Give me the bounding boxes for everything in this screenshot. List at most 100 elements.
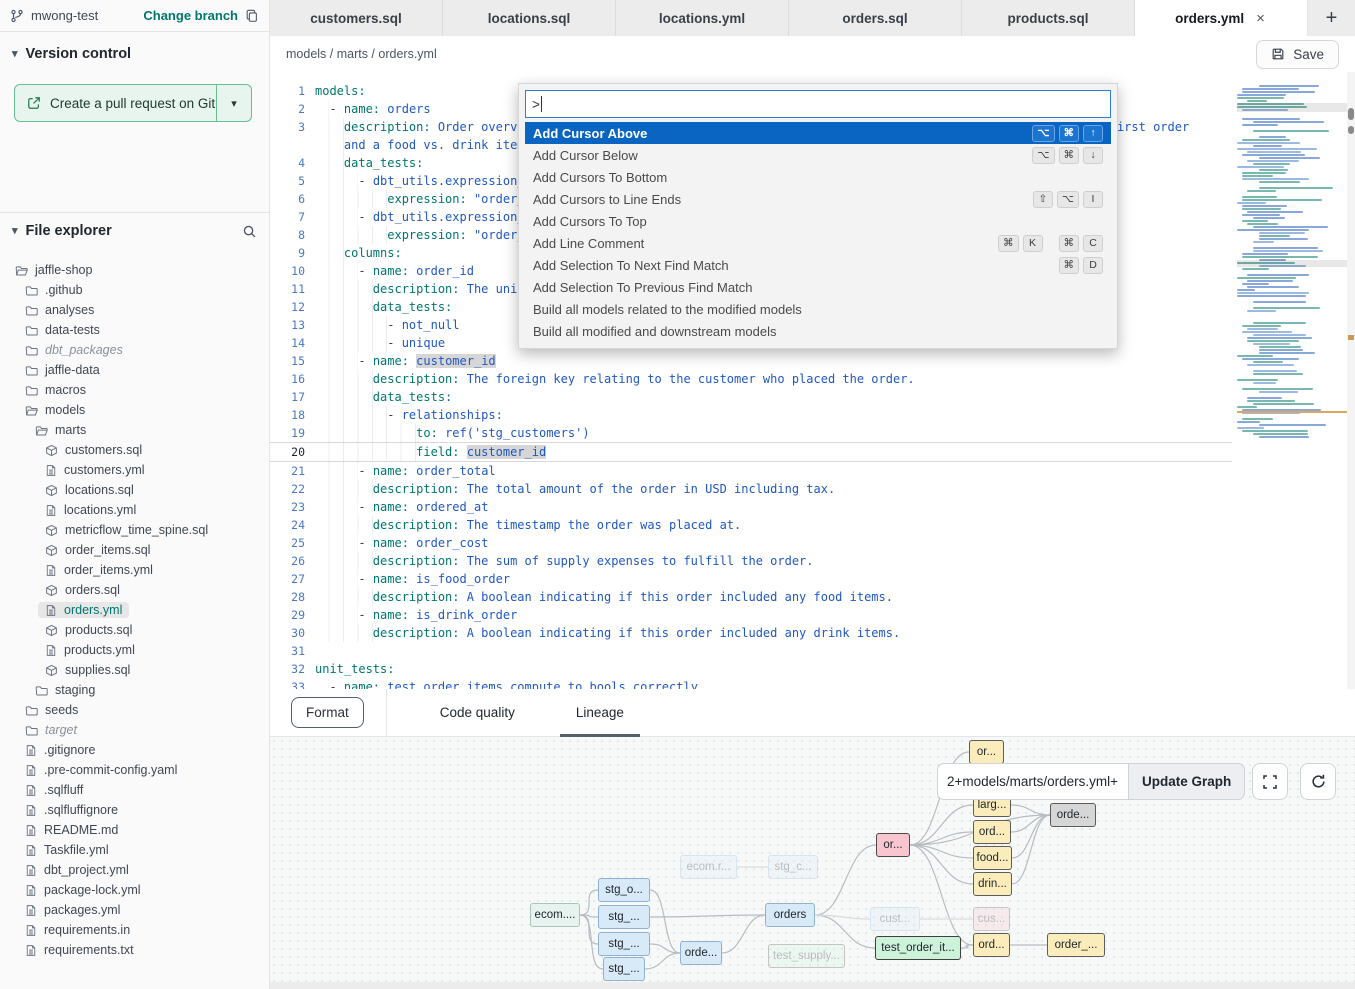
update-graph-button[interactable]: Update Graph xyxy=(1128,763,1245,800)
minimap-viewport[interactable] xyxy=(1237,103,1347,112)
lineage-node[interactable]: order_... xyxy=(1047,933,1105,957)
file-tree-item-metricflow-time-spine-sql[interactable]: metricflow_time_spine.sql xyxy=(0,520,269,540)
code-line[interactable]: 21 - name: order_total xyxy=(270,462,1355,480)
file-tree-item-marts[interactable]: marts xyxy=(0,420,269,440)
file-tree-item-supplies-sql[interactable]: supplies.sql xyxy=(0,660,269,680)
file-tree-item-taskfile-yml[interactable]: Taskfile.yml xyxy=(0,840,269,860)
file-tree-item-customers-sql[interactable]: customers.sql xyxy=(0,440,269,460)
create-pull-request-button[interactable]: Create a pull request on Git... ▾ xyxy=(14,84,252,122)
command-item-add-cursors-to-top[interactable]: Add Cursors To Top xyxy=(525,210,1111,232)
lineage-node[interactable]: test_order_it... xyxy=(875,936,961,960)
tab-lineage[interactable]: Lineage xyxy=(568,689,632,737)
code-line[interactable]: 20 field: customer_id xyxy=(270,442,1232,462)
file-tree-item--github[interactable]: .github xyxy=(0,280,269,300)
code-line[interactable]: 18 - relationships: xyxy=(270,406,1355,424)
close-icon[interactable]: × xyxy=(1254,10,1267,27)
file-tree-item-jaffle-shop[interactable]: jaffle-shop xyxy=(0,260,269,280)
lineage-node[interactable]: ord... xyxy=(973,933,1010,957)
command-item-add-line-comment[interactable]: Add Line Comment⌘K⌘C xyxy=(525,232,1111,254)
file-tree-item-order-items-yml[interactable]: order_items.yml xyxy=(0,560,269,580)
code-line[interactable]: 31 xyxy=(270,642,1355,660)
file-tree-item-target[interactable]: target xyxy=(0,720,269,740)
search-icon[interactable] xyxy=(242,224,257,239)
lineage-node[interactable]: ecom.r... xyxy=(680,855,737,879)
command-item-add-cursor-below[interactable]: Add Cursor Below⌥⌘↓ xyxy=(525,144,1111,166)
code-line[interactable]: 33 - name: test_order_items_compute_to_b… xyxy=(270,678,1355,689)
command-item-add-cursors-to-line-ends[interactable]: Add Cursors to Line Ends⇧⌥I xyxy=(525,188,1111,210)
lineage-node[interactable]: cust... xyxy=(870,907,920,931)
file-tree-item-locations-sql[interactable]: locations.sql xyxy=(0,480,269,500)
graph-selector-input[interactable]: 2+models/marts/orders.yml+ xyxy=(937,763,1128,800)
version-control-header[interactable]: ▾ Version control xyxy=(0,32,269,70)
lineage-node[interactable]: ord... xyxy=(973,820,1011,844)
lineage-node[interactable]: stg_... xyxy=(603,957,645,981)
code-line[interactable]: 27 - name: is_food_order xyxy=(270,570,1355,588)
file-tree-item-data-tests[interactable]: data-tests xyxy=(0,320,269,340)
file-tree-item--sqlfluff[interactable]: .sqlfluff xyxy=(0,780,269,800)
code-line[interactable]: 16 description: The foreign key relating… xyxy=(270,370,1355,388)
file-tree-item-orders-yml[interactable]: orders.yml xyxy=(0,600,269,620)
lineage-node[interactable]: stg_... xyxy=(598,905,650,929)
file-tree-item-staging[interactable]: staging xyxy=(0,680,269,700)
code-line[interactable]: 22 description: The total amount of the … xyxy=(270,480,1355,498)
file-tree-item-analyses[interactable]: analyses xyxy=(0,300,269,320)
horizontal-scrollbar[interactable] xyxy=(270,982,1355,989)
file-tree-item-customers-yml[interactable]: customers.yml xyxy=(0,460,269,480)
lineage-node[interactable]: test_supply... xyxy=(768,944,845,968)
lineage-node[interactable]: or... xyxy=(876,833,910,857)
lineage-node[interactable]: stg_o... xyxy=(598,878,650,902)
lineage-node[interactable]: orders xyxy=(765,903,815,927)
file-tree-item--pre-commit-config-yaml[interactable]: .pre-commit-config.yaml xyxy=(0,760,269,780)
code-line[interactable]: 32unit_tests: xyxy=(270,660,1355,678)
editor-scrollbar[interactable] xyxy=(1347,72,1355,689)
file-tree-item--gitignore[interactable]: .gitignore xyxy=(0,740,269,760)
lineage-node[interactable]: cus... xyxy=(973,907,1010,931)
file-tree-item-readme-md[interactable]: README.md xyxy=(0,820,269,840)
tab-code-quality[interactable]: Code quality xyxy=(432,689,523,737)
lineage-node[interactable]: or... xyxy=(969,740,1004,764)
tab-orders-sql[interactable]: orders.sql xyxy=(789,0,962,36)
code-line[interactable]: 23 - name: ordered_at xyxy=(270,498,1355,516)
code-line[interactable]: 30 description: A boolean indicating if … xyxy=(270,624,1355,642)
code-line[interactable]: 25 - name: order_cost xyxy=(270,534,1355,552)
code-line[interactable]: 24 description: The timestamp the order … xyxy=(270,516,1355,534)
code-line[interactable]: 19 to: ref('stg_customers') xyxy=(270,424,1355,442)
lineage-node[interactable]: drin... xyxy=(973,872,1012,896)
file-tree-item-seeds[interactable]: seeds xyxy=(0,700,269,720)
new-tab-button[interactable]: + xyxy=(1308,0,1355,36)
tab-products-sql[interactable]: products.sql xyxy=(962,0,1135,36)
lineage-node[interactable]: food... xyxy=(973,846,1012,870)
lineage-node[interactable]: orde... xyxy=(680,941,722,965)
change-branch-link[interactable]: Change branch xyxy=(143,8,238,23)
pr-button-dropdown[interactable]: ▾ xyxy=(217,85,251,121)
lineage-node[interactable]: stg_... xyxy=(598,932,650,956)
format-button[interactable]: Format xyxy=(291,697,364,728)
lineage-node[interactable]: stg_c... xyxy=(768,855,818,879)
file-tree-item-requirements-txt[interactable]: requirements.txt xyxy=(0,940,269,960)
minimap[interactable] xyxy=(1237,85,1347,449)
file-tree-item-jaffle-data[interactable]: jaffle-data xyxy=(0,360,269,380)
file-tree-item-dbt-project-yml[interactable]: dbt_project.yml xyxy=(0,860,269,880)
tab-orders-yml[interactable]: orders.yml× xyxy=(1135,0,1308,36)
tab-customers-sql[interactable]: customers.sql xyxy=(270,0,443,36)
code-line[interactable]: 17 data_tests: xyxy=(270,388,1355,406)
copy-icon[interactable] xyxy=(245,9,259,23)
command-item-add-selection-to-next-find-match[interactable]: Add Selection To Next Find Match⌘D xyxy=(525,254,1111,276)
command-item-add-cursors-to-bottom[interactable]: Add Cursors To Bottom xyxy=(525,166,1111,188)
file-tree-item-order-items-sql[interactable]: order_items.sql xyxy=(0,540,269,560)
command-item-build-all-models-related-to-the-modified-models[interactable]: Build all models related to the modified… xyxy=(525,298,1111,320)
save-button[interactable]: Save xyxy=(1256,40,1339,69)
code-line[interactable]: 28 description: A boolean indicating if … xyxy=(270,588,1355,606)
lineage-graph[interactable]: 2+models/marts/orders.yml+ Update Graph … xyxy=(270,737,1355,982)
lineage-node[interactable]: orde... xyxy=(1050,803,1096,827)
code-line[interactable]: 29 - name: is_drink_order xyxy=(270,606,1355,624)
lineage-node[interactable]: ecom.... xyxy=(530,903,580,927)
file-tree-item-locations-yml[interactable]: locations.yml xyxy=(0,500,269,520)
file-tree-item-orders-sql[interactable]: orders.sql xyxy=(0,580,269,600)
file-tree-item-dbt-packages[interactable]: dbt_packages xyxy=(0,340,269,360)
command-palette-input[interactable]: > xyxy=(525,90,1111,118)
file-tree-item-requirements-in[interactable]: requirements.in xyxy=(0,920,269,940)
file-tree-item-products-yml[interactable]: products.yml xyxy=(0,640,269,660)
tab-locations-sql[interactable]: locations.sql xyxy=(443,0,616,36)
command-item-add-cursor-above[interactable]: Add Cursor Above⌥⌘↑ xyxy=(525,122,1111,144)
